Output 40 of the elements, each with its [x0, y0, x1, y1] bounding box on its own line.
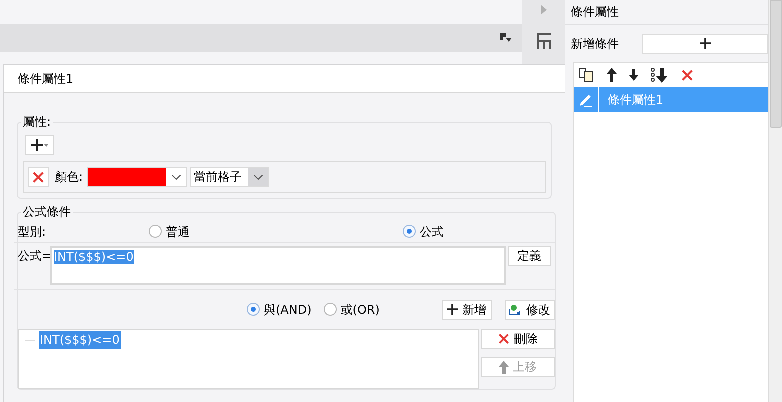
plus-icon — [30, 139, 42, 151]
radio-button[interactable] — [149, 225, 162, 238]
plus-icon — [447, 304, 458, 315]
radio-button[interactable] — [247, 303, 260, 316]
chevron-down-icon — [254, 174, 263, 180]
group-legend: 公式條件 — [21, 203, 73, 221]
action-button[interactable]: 刪除 — [481, 329, 555, 349]
format-icon — [500, 33, 512, 43]
radio-label: 與(AND) — [264, 302, 312, 318]
define-button[interactable]: 定義 — [508, 246, 551, 266]
move-bottom-icon[interactable] — [651, 68, 669, 82]
close-icon — [32, 170, 45, 184]
field-label: 型別: — [17, 224, 48, 240]
plus-icon — [700, 38, 710, 49]
group-legend: 屬性: — [21, 113, 54, 131]
chevron-down-icon — [172, 174, 181, 180]
field-label: 新增條件 — [571, 36, 620, 52]
radio-button[interactable] — [324, 303, 337, 316]
modify-button[interactable]: 修改 — [504, 300, 555, 320]
up-arrow-icon — [499, 360, 509, 374]
remove-button[interactable] — [28, 167, 49, 187]
add-button[interactable]: 新增 — [442, 300, 492, 320]
dialog-title: 條件屬性1 — [18, 70, 74, 88]
close-icon — [681, 68, 694, 82]
panel-title: 條件屬性 — [571, 4, 619, 21]
scope-select[interactable]: 當前格子 — [190, 167, 270, 187]
radio-label: 公式 — [420, 224, 444, 240]
down-arrow-icon[interactable] — [629, 69, 639, 81]
caret-icon — [44, 144, 48, 146]
radio-label: 普通 — [166, 224, 190, 240]
add-dropdown-button[interactable] — [25, 135, 54, 155]
radio-label: 或(OR) — [340, 302, 380, 318]
grid-icon[interactable] — [536, 33, 552, 49]
up-arrow-icon[interactable] — [607, 68, 617, 82]
field-label: 顏色: — [55, 169, 84, 186]
pencil-icon — [579, 92, 593, 106]
copy-icon[interactable] — [579, 68, 595, 82]
color-picker[interactable] — [87, 167, 188, 187]
close-icon — [498, 333, 510, 345]
radio-button[interactable] — [403, 225, 416, 238]
